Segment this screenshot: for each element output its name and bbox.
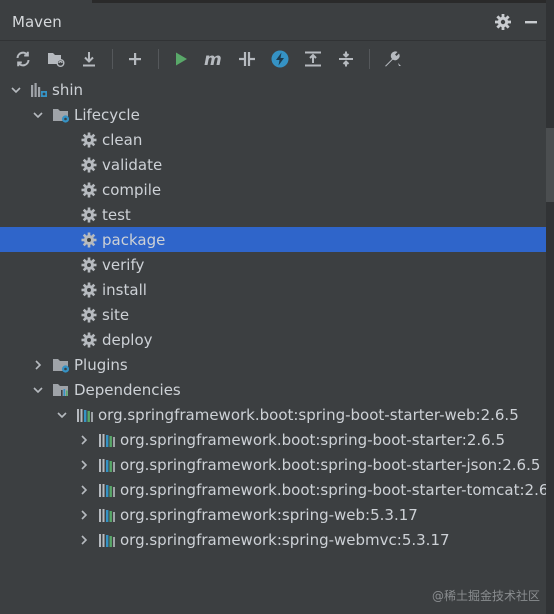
goal-label: deploy <box>102 330 153 349</box>
dependency-label: org.springframework.boot:spring-boot-sta… <box>120 480 549 499</box>
add-project-icon[interactable] <box>43 46 69 72</box>
library-icon <box>98 456 116 474</box>
gear-icon <box>80 156 98 174</box>
dependency-label: org.springframework.boot:spring-boot-sta… <box>98 405 519 424</box>
goal-label: install <box>102 280 147 299</box>
dependency-child[interactable]: org.springframework.boot:spring-boot-sta… <box>0 452 554 477</box>
lifecycle-label: Lifecycle <box>74 105 140 124</box>
plugins-label: Plugins <box>74 355 128 374</box>
show-dependencies-icon[interactable] <box>300 46 326 72</box>
gear-icon <box>80 256 98 274</box>
chevron-right-icon[interactable] <box>78 484 90 496</box>
dependencies-label: Dependencies <box>74 380 181 399</box>
dependency-label: org.springframework.boot:spring-boot-sta… <box>120 455 541 474</box>
plus-icon[interactable] <box>122 46 148 72</box>
lifecycle-goal-compile[interactable]: compile <box>0 177 554 202</box>
gear-icon <box>80 206 98 224</box>
library-icon <box>98 506 116 524</box>
toolbar-separator <box>369 49 370 69</box>
svg-text:m: m <box>204 50 222 68</box>
toolbar-separator <box>158 49 159 69</box>
collapse-all-icon[interactable] <box>333 46 359 72</box>
goal-label: site <box>102 305 130 324</box>
lifecycle-goal-test[interactable]: test <box>0 202 554 227</box>
dependency-label: org.springframework:spring-web:5.3.17 <box>120 505 418 524</box>
gear-icon <box>80 231 98 249</box>
project-name: shin <box>52 80 83 99</box>
toolbar-separator <box>112 49 113 69</box>
lifecycle-goal-verify[interactable]: verify <box>0 252 554 277</box>
download-icon[interactable] <box>76 46 102 72</box>
toggle-offline-icon[interactable] <box>234 46 260 72</box>
maven-tool-window: Maven m shin Lifecycle clean validate co… <box>0 0 554 614</box>
tree-row-project[interactable]: shin <box>0 77 554 102</box>
library-icon <box>76 406 94 424</box>
tree-row-dependencies[interactable]: Dependencies <box>0 377 554 402</box>
watermark: @稀土掘金技术社区 <box>431 589 540 603</box>
chevron-down-icon[interactable] <box>56 409 68 421</box>
scrollbar[interactable] <box>546 0 554 614</box>
gear-icon[interactable] <box>494 13 512 31</box>
lifecycle-goal-package[interactable]: package <box>0 227 554 252</box>
tree-row-lifecycle[interactable]: Lifecycle <box>0 102 554 127</box>
chevron-right-icon[interactable] <box>32 359 44 371</box>
lifecycle-goal-site[interactable]: site <box>0 302 554 327</box>
reload-icon[interactable] <box>10 46 36 72</box>
gear-icon <box>80 131 98 149</box>
skip-tests-icon[interactable] <box>267 46 293 72</box>
chevron-right-icon[interactable] <box>78 434 90 446</box>
goal-label: test <box>102 205 131 224</box>
goal-label: verify <box>102 255 145 274</box>
dependency-label: org.springframework:spring-webmvc:5.3.17 <box>120 530 450 549</box>
gear-icon <box>80 181 98 199</box>
library-icon <box>98 531 116 549</box>
panel-title: Maven <box>12 12 62 31</box>
goal-label: package <box>102 230 166 249</box>
chevron-right-icon[interactable] <box>78 509 90 521</box>
lifecycle-goal-install[interactable]: install <box>0 277 554 302</box>
lifecycle-goal-validate[interactable]: validate <box>0 152 554 177</box>
dependency-child[interactable]: org.springframework.boot:spring-boot-sta… <box>0 427 554 452</box>
lifecycle-goal-deploy[interactable]: deploy <box>0 327 554 352</box>
maven-toolbar: m <box>0 41 554 77</box>
chevron-down-icon[interactable] <box>10 84 22 96</box>
title-actions <box>494 13 554 31</box>
dependencies-folder-icon <box>52 381 70 399</box>
maven-project-tree: shin Lifecycle clean validate compile te… <box>0 77 554 614</box>
lifecycle-folder-icon <box>52 106 70 124</box>
dependency-root[interactable]: org.springframework.boot:spring-boot-sta… <box>0 402 554 427</box>
minimize-icon[interactable] <box>522 13 540 31</box>
dependency-child[interactable]: org.springframework:spring-webmvc:5.3.17 <box>0 527 554 552</box>
dependency-child[interactable]: org.springframework.boot:spring-boot-sta… <box>0 477 554 502</box>
chevron-right-icon[interactable] <box>78 534 90 546</box>
chevron-down-icon[interactable] <box>32 384 44 396</box>
dependency-child[interactable]: org.springframework:spring-web:5.3.17 <box>0 502 554 527</box>
scrollbar-thumb[interactable] <box>546 128 554 202</box>
run-icon[interactable] <box>168 46 194 72</box>
goal-label: clean <box>102 130 143 149</box>
lifecycle-goal-clean[interactable]: clean <box>0 127 554 152</box>
goal-label: compile <box>102 180 162 199</box>
tree-row-plugins[interactable]: Plugins <box>0 352 554 377</box>
chevron-right-icon[interactable] <box>78 459 90 471</box>
library-icon <box>98 431 116 449</box>
gear-icon <box>80 281 98 299</box>
gear-icon <box>80 331 98 349</box>
settings-wrench-icon[interactable] <box>379 46 405 72</box>
execute-goal-icon[interactable]: m <box>201 46 227 72</box>
gear-icon <box>80 306 98 324</box>
title-bar: Maven <box>0 3 554 41</box>
goal-label: validate <box>102 155 163 174</box>
maven-project-icon <box>30 81 48 99</box>
dependency-label: org.springframework.boot:spring-boot-sta… <box>120 430 505 449</box>
chevron-down-icon[interactable] <box>32 109 44 121</box>
library-icon <box>98 481 116 499</box>
plugins-folder-icon <box>52 356 70 374</box>
